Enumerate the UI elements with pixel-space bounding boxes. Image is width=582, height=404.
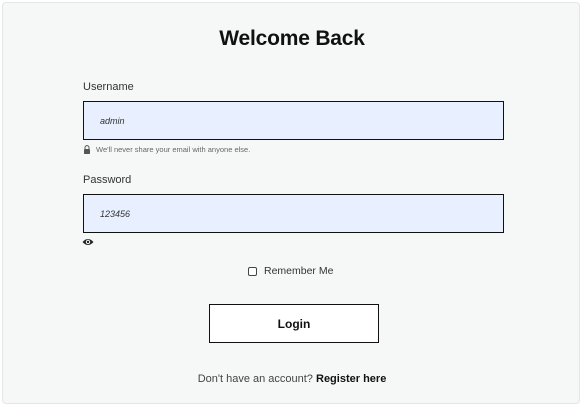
- register-link[interactable]: Register here: [316, 373, 386, 385]
- username-label: Username: [83, 81, 134, 93]
- help-text: We'll never share your email with anyone…: [96, 145, 251, 154]
- username-field[interactable]: admin: [83, 101, 504, 140]
- register-prompt: Don't have an account? Register here: [3, 373, 581, 385]
- lock-icon: [84, 145, 90, 154]
- register-prompt-text: Don't have an account?: [197, 373, 313, 385]
- eye-icon[interactable]: [82, 237, 94, 247]
- login-button[interactable]: Login: [209, 304, 379, 343]
- login-card: Welcome Back Username admin We'll never …: [2, 2, 580, 404]
- page-title: Welcome Back: [219, 27, 365, 50]
- username-value: admin: [100, 115, 125, 126]
- remember-me-label: Remember Me: [264, 265, 334, 277]
- password-field[interactable]: 123456: [83, 194, 504, 233]
- remember-me[interactable]: Remember Me: [248, 265, 333, 277]
- username-help: We'll never share your email with anyone…: [83, 145, 250, 154]
- password-value: 123456: [100, 208, 131, 219]
- remember-me-checkbox[interactable]: [248, 266, 257, 276]
- password-label: Password: [83, 174, 132, 186]
